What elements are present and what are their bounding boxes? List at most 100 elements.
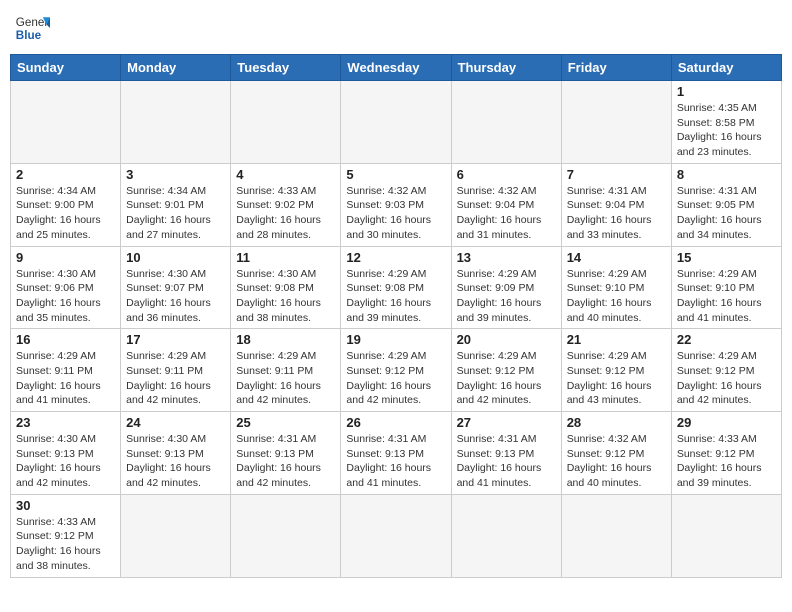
calendar-day-cell: 15Sunrise: 4:29 AM Sunset: 9:10 PM Dayli… bbox=[671, 246, 781, 329]
logo: General Blue bbox=[14, 10, 50, 46]
weekday-header-monday: Monday bbox=[121, 55, 231, 81]
day-info: Sunrise: 4:33 AM Sunset: 9:12 PM Dayligh… bbox=[16, 515, 115, 574]
day-number: 5 bbox=[346, 167, 445, 182]
calendar-day-cell bbox=[341, 81, 451, 164]
calendar-day-cell: 6Sunrise: 4:32 AM Sunset: 9:04 PM Daylig… bbox=[451, 163, 561, 246]
calendar-table: SundayMondayTuesdayWednesdayThursdayFrid… bbox=[10, 54, 782, 578]
calendar-week-row: 30 Sunrise: 4:33 AM Sunset: 9:12 PM Dayli… bbox=[11, 494, 782, 577]
day-info: Sunrise: 4:32 AM Sunset: 9:03 PM Dayligh… bbox=[346, 184, 445, 243]
calendar-day-cell: 26 Sunrise: 4:31 AM Sunset: 9:13 PM Dayli… bbox=[341, 412, 451, 495]
day-number: 22 bbox=[677, 332, 776, 347]
day-number: 19 bbox=[346, 332, 445, 347]
day-info: Sunrise: 4:29 AM Sunset: 9:08 PM Dayligh… bbox=[346, 267, 445, 326]
weekday-header-tuesday: Tuesday bbox=[231, 55, 341, 81]
calendar-day-cell: 27Sunrise: 4:31 AM Sunset: 9:13 PM Dayli… bbox=[451, 412, 561, 495]
calendar-day-cell: 16 Sunrise: 4:29 AM Sunset: 9:11 PM Dayli… bbox=[11, 329, 121, 412]
calendar-day-cell: 29 Sunrise: 4:33 AM Sunset: 9:12 PM Dayli… bbox=[671, 412, 781, 495]
day-info: Sunrise: 4:31 AM Sunset: 9:13 PM Dayligh… bbox=[236, 432, 335, 491]
day-info: Sunrise: 4:29 AM Sunset: 9:12 PM Dayligh… bbox=[677, 349, 776, 408]
day-info: Sunrise: 4:34 AM Sunset: 9:01 PM Dayligh… bbox=[126, 184, 225, 243]
day-number: 28 bbox=[567, 415, 666, 430]
weekday-header-row: SundayMondayTuesdayWednesdayThursdayFrid… bbox=[11, 55, 782, 81]
calendar-day-cell: 20Sunrise: 4:29 AM Sunset: 9:12 PM Dayli… bbox=[451, 329, 561, 412]
day-info: Sunrise: 4:30 AM Sunset: 9:06 PM Dayligh… bbox=[16, 267, 115, 326]
calendar-day-cell: 14 Sunrise: 4:29 AM Sunset: 9:10 PM Dayli… bbox=[561, 246, 671, 329]
calendar-day-cell: 18Sunrise: 4:29 AM Sunset: 9:11 PM Dayli… bbox=[231, 329, 341, 412]
day-number: 4 bbox=[236, 167, 335, 182]
calendar-day-cell bbox=[561, 81, 671, 164]
calendar-day-cell bbox=[671, 494, 781, 577]
day-number: 7 bbox=[567, 167, 666, 182]
calendar-day-cell: 22 Sunrise: 4:29 AM Sunset: 9:12 PM Dayli… bbox=[671, 329, 781, 412]
day-number: 30 bbox=[16, 498, 115, 513]
calendar-day-cell: 23 Sunrise: 4:30 AM Sunset: 9:13 PM Dayli… bbox=[11, 412, 121, 495]
weekday-header-friday: Friday bbox=[561, 55, 671, 81]
calendar-day-cell: 8Sunrise: 4:31 AM Sunset: 9:05 PM Daylig… bbox=[671, 163, 781, 246]
day-number: 24 bbox=[126, 415, 225, 430]
day-number: 14 bbox=[567, 250, 666, 265]
day-number: 2 bbox=[16, 167, 115, 182]
calendar-day-cell bbox=[121, 81, 231, 164]
day-info: Sunrise: 4:30 AM Sunset: 9:13 PM Dayligh… bbox=[126, 432, 225, 491]
day-info: Sunrise: 4:30 AM Sunset: 9:13 PM Dayligh… bbox=[16, 432, 115, 491]
calendar-day-cell bbox=[451, 494, 561, 577]
day-info: Sunrise: 4:30 AM Sunset: 9:07 PM Dayligh… bbox=[126, 267, 225, 326]
calendar-day-cell: 28 Sunrise: 4:32 AM Sunset: 9:12 PM Dayli… bbox=[561, 412, 671, 495]
calendar-week-row: 23 Sunrise: 4:30 AM Sunset: 9:13 PM Dayli… bbox=[11, 412, 782, 495]
day-info: Sunrise: 4:29 AM Sunset: 9:11 PM Dayligh… bbox=[126, 349, 225, 408]
day-number: 10 bbox=[126, 250, 225, 265]
day-info: Sunrise: 4:32 AM Sunset: 9:04 PM Dayligh… bbox=[457, 184, 556, 243]
day-number: 21 bbox=[567, 332, 666, 347]
calendar-day-cell: 11Sunrise: 4:30 AM Sunset: 9:08 PM Dayli… bbox=[231, 246, 341, 329]
day-info: Sunrise: 4:31 AM Sunset: 9:13 PM Dayligh… bbox=[457, 432, 556, 491]
calendar-day-cell bbox=[121, 494, 231, 577]
day-info: Sunrise: 4:35 AM Sunset: 8:58 PM Dayligh… bbox=[677, 101, 776, 160]
calendar-day-cell: 3 Sunrise: 4:34 AM Sunset: 9:01 PM Daylig… bbox=[121, 163, 231, 246]
calendar-day-cell: 19 Sunrise: 4:29 AM Sunset: 9:12 PM Dayli… bbox=[341, 329, 451, 412]
day-info: Sunrise: 4:33 AM Sunset: 9:12 PM Dayligh… bbox=[677, 432, 776, 491]
calendar-day-cell bbox=[341, 494, 451, 577]
calendar-day-cell: 10 Sunrise: 4:30 AM Sunset: 9:07 PM Dayli… bbox=[121, 246, 231, 329]
day-info: Sunrise: 4:34 AM Sunset: 9:00 PM Dayligh… bbox=[16, 184, 115, 243]
calendar-day-cell: 9Sunrise: 4:30 AM Sunset: 9:06 PM Daylig… bbox=[11, 246, 121, 329]
day-number: 1 bbox=[677, 84, 776, 99]
day-number: 23 bbox=[16, 415, 115, 430]
day-info: Sunrise: 4:31 AM Sunset: 9:13 PM Dayligh… bbox=[346, 432, 445, 491]
day-info: Sunrise: 4:29 AM Sunset: 9:12 PM Dayligh… bbox=[567, 349, 666, 408]
day-number: 11 bbox=[236, 250, 335, 265]
weekday-header-thursday: Thursday bbox=[451, 55, 561, 81]
calendar-week-row: 1 Sunrise: 4:35 AM Sunset: 8:58 PM Daylig… bbox=[11, 81, 782, 164]
day-number: 29 bbox=[677, 415, 776, 430]
calendar-day-cell: 30 Sunrise: 4:33 AM Sunset: 9:12 PM Dayli… bbox=[11, 494, 121, 577]
calendar-week-row: 9Sunrise: 4:30 AM Sunset: 9:06 PM Daylig… bbox=[11, 246, 782, 329]
day-number: 25 bbox=[236, 415, 335, 430]
day-info: Sunrise: 4:29 AM Sunset: 9:12 PM Dayligh… bbox=[346, 349, 445, 408]
calendar-day-cell: 12Sunrise: 4:29 AM Sunset: 9:08 PM Dayli… bbox=[341, 246, 451, 329]
day-number: 3 bbox=[126, 167, 225, 182]
calendar-day-cell bbox=[561, 494, 671, 577]
day-info: Sunrise: 4:29 AM Sunset: 9:11 PM Dayligh… bbox=[16, 349, 115, 408]
calendar-day-cell: 21 Sunrise: 4:29 AM Sunset: 9:12 PM Dayli… bbox=[561, 329, 671, 412]
day-info: Sunrise: 4:29 AM Sunset: 9:10 PM Dayligh… bbox=[567, 267, 666, 326]
day-info: Sunrise: 4:29 AM Sunset: 9:09 PM Dayligh… bbox=[457, 267, 556, 326]
calendar-day-cell: 13 Sunrise: 4:29 AM Sunset: 9:09 PM Dayli… bbox=[451, 246, 561, 329]
logo-icon: General Blue bbox=[14, 10, 50, 46]
day-info: Sunrise: 4:32 AM Sunset: 9:12 PM Dayligh… bbox=[567, 432, 666, 491]
calendar-day-cell: 5 Sunrise: 4:32 AM Sunset: 9:03 PM Daylig… bbox=[341, 163, 451, 246]
calendar-day-cell bbox=[231, 494, 341, 577]
day-info: Sunrise: 4:31 AM Sunset: 9:04 PM Dayligh… bbox=[567, 184, 666, 243]
weekday-header-wednesday: Wednesday bbox=[341, 55, 451, 81]
calendar-day-cell: 1 Sunrise: 4:35 AM Sunset: 8:58 PM Daylig… bbox=[671, 81, 781, 164]
day-info: Sunrise: 4:29 AM Sunset: 9:12 PM Dayligh… bbox=[457, 349, 556, 408]
calendar-day-cell: 25 Sunrise: 4:31 AM Sunset: 9:13 PM Dayli… bbox=[231, 412, 341, 495]
day-number: 16 bbox=[16, 332, 115, 347]
day-info: Sunrise: 4:33 AM Sunset: 9:02 PM Dayligh… bbox=[236, 184, 335, 243]
day-info: Sunrise: 4:29 AM Sunset: 9:10 PM Dayligh… bbox=[677, 267, 776, 326]
page-header: General Blue bbox=[10, 10, 782, 46]
day-number: 13 bbox=[457, 250, 556, 265]
calendar-day-cell bbox=[231, 81, 341, 164]
day-number: 18 bbox=[236, 332, 335, 347]
calendar-day-cell: 17Sunrise: 4:29 AM Sunset: 9:11 PM Dayli… bbox=[121, 329, 231, 412]
weekday-header-sunday: Sunday bbox=[11, 55, 121, 81]
day-number: 26 bbox=[346, 415, 445, 430]
